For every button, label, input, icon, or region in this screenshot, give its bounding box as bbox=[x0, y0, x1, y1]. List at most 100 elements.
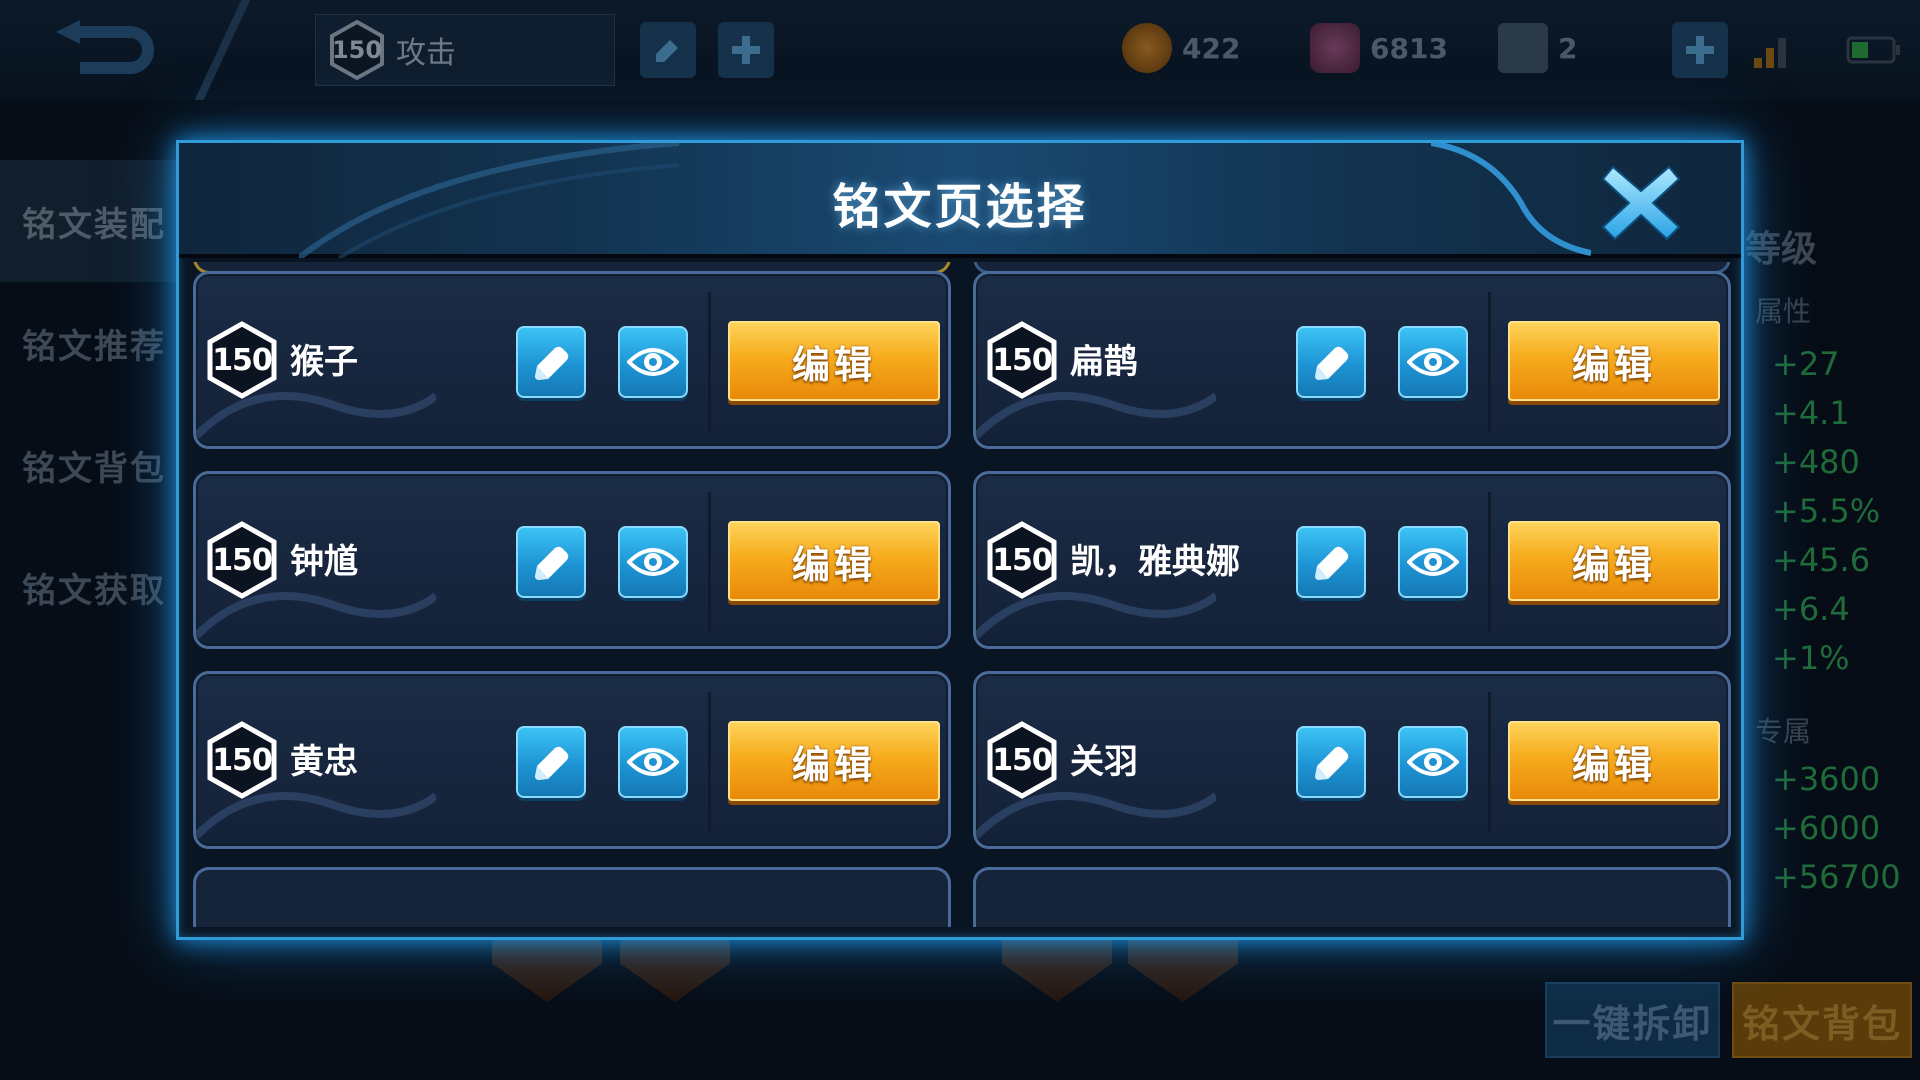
page-level-badge: 150 bbox=[204, 720, 280, 800]
page-name: 关羽 bbox=[1070, 742, 1138, 782]
rune-page-card[interactable]: 150 关羽 编辑 bbox=[973, 671, 1731, 849]
rename-button[interactable] bbox=[1296, 326, 1366, 398]
edit-button[interactable]: 编辑 bbox=[728, 521, 940, 601]
rune-page-card[interactable]: 150 钟馗 编辑 bbox=[193, 471, 951, 649]
card-divider bbox=[1488, 692, 1491, 832]
page-name: 扁鹊 bbox=[1070, 342, 1138, 382]
preview-button[interactable] bbox=[618, 326, 688, 398]
rune-bag-button[interactable]: 铭文背包 bbox=[1732, 982, 1912, 1058]
signal-icon bbox=[1754, 38, 1786, 68]
edit-button[interactable]: 编辑 bbox=[728, 321, 940, 401]
stat-value: +27 bbox=[1772, 345, 1840, 383]
rune-page-select-dialog: 铭文页选择 150 猴子 编辑 150 扁鹊 编辑 150 钟馗 编辑 150 … bbox=[176, 140, 1744, 940]
attribute-label: 属性 bbox=[1755, 295, 1812, 328]
level-label: 等级 bbox=[1745, 229, 1818, 270]
nav-item-rune-recommend[interactable]: 铭文推荐 bbox=[0, 282, 190, 404]
preview-button[interactable] bbox=[1398, 526, 1468, 598]
eye-icon bbox=[1407, 548, 1459, 576]
close-icon bbox=[1601, 165, 1681, 241]
rename-button[interactable] bbox=[1296, 726, 1366, 798]
stat-value: +6.4 bbox=[1772, 590, 1850, 628]
rune-page-card[interactable]: 150 扁鹊 编辑 bbox=[973, 271, 1731, 449]
page-name: 猴子 bbox=[290, 342, 358, 382]
rune-slot[interactable] bbox=[1128, 932, 1238, 1002]
preview-button[interactable] bbox=[618, 726, 688, 798]
edit-button[interactable]: 编辑 bbox=[1508, 321, 1720, 401]
close-button[interactable] bbox=[1595, 157, 1687, 249]
preview-button[interactable] bbox=[618, 526, 688, 598]
gold-counter: 422 bbox=[1122, 18, 1240, 78]
preview-button[interactable] bbox=[1398, 726, 1468, 798]
rune-slot[interactable] bbox=[492, 932, 602, 1002]
page-name: 凯，雅典娜 bbox=[1070, 542, 1240, 582]
nav-item-rune-bag[interactable]: 铭文背包 bbox=[0, 404, 190, 526]
card-divider bbox=[708, 492, 711, 632]
add-page-button[interactable] bbox=[718, 22, 774, 78]
voucher-counter: 2 bbox=[1498, 18, 1577, 78]
pencil-icon bbox=[1315, 746, 1349, 780]
diamond-counter: 6813 bbox=[1310, 18, 1448, 78]
back-arrow-icon bbox=[56, 20, 154, 74]
pencil-icon bbox=[1315, 346, 1349, 380]
page-level-badge: 150 bbox=[204, 520, 280, 600]
rune-page-card-partial bbox=[973, 867, 1731, 927]
pencil-icon bbox=[656, 40, 678, 62]
exclusive-stat-value: +56700 bbox=[1772, 858, 1901, 896]
battery-icon bbox=[1846, 36, 1900, 64]
stat-value: +45.6 bbox=[1772, 541, 1871, 579]
page-level-badge: 150 bbox=[984, 720, 1060, 800]
stat-value: +4.1 bbox=[1772, 394, 1850, 432]
unequip-all-button[interactable]: 一键拆卸 bbox=[1545, 982, 1720, 1058]
card-divider bbox=[708, 292, 711, 432]
hero-selector[interactable]: 150 攻击 bbox=[315, 14, 615, 86]
exclusive-stat-list: +3600 +6000 +56700 bbox=[1772, 760, 1901, 907]
dialog-title: 铭文页选择 bbox=[832, 179, 1088, 235]
rename-button[interactable] bbox=[1296, 526, 1366, 598]
rename-page-button[interactable] bbox=[640, 22, 696, 78]
nav-item-rune-obtain[interactable]: 铭文获取 bbox=[0, 526, 190, 648]
pencil-icon bbox=[535, 746, 569, 780]
eye-icon bbox=[627, 748, 679, 776]
card-divider bbox=[1488, 492, 1491, 632]
pencil-icon bbox=[535, 546, 569, 580]
hero-name: 攻击 bbox=[396, 36, 456, 71]
page-level-badge: 150 bbox=[984, 320, 1060, 400]
plus-icon bbox=[1686, 36, 1714, 64]
rename-button[interactable] bbox=[516, 326, 586, 398]
voucher-icon bbox=[1498, 23, 1548, 73]
exclusive-label: 专属 bbox=[1755, 715, 1812, 748]
preview-button[interactable] bbox=[1398, 326, 1468, 398]
dialog-body: 150 猴子 编辑 150 扁鹊 编辑 150 钟馗 编辑 150 凯，雅典娜 … bbox=[179, 262, 1741, 937]
eye-icon bbox=[1407, 748, 1459, 776]
stat-value: +480 bbox=[1772, 443, 1860, 481]
rune-slot[interactable] bbox=[620, 932, 730, 1002]
edit-button[interactable]: 编辑 bbox=[728, 721, 940, 801]
rename-button[interactable] bbox=[516, 526, 586, 598]
edit-button[interactable]: 编辑 bbox=[1508, 721, 1720, 801]
card-divider bbox=[1488, 292, 1491, 432]
eye-icon bbox=[1407, 348, 1459, 376]
rune-page-card-partial bbox=[193, 867, 951, 927]
header-divider bbox=[190, 0, 270, 100]
pencil-icon bbox=[1315, 546, 1349, 580]
rune-page-card[interactable]: 150 黄忠 编辑 bbox=[193, 671, 951, 849]
recharge-button[interactable] bbox=[1672, 22, 1728, 78]
edit-button[interactable]: 编辑 bbox=[1508, 521, 1720, 601]
stat-list: +27 +4.1 +480 +5.5% +45.6 +6.4 +1% bbox=[1772, 345, 1880, 688]
card-divider bbox=[708, 692, 711, 832]
page-level-badge: 150 bbox=[984, 520, 1060, 600]
pencil-icon bbox=[535, 346, 569, 380]
hero-level-badge: 150 bbox=[328, 19, 386, 81]
stat-value: +1% bbox=[1772, 639, 1850, 677]
rune-page-card[interactable]: 150 猴子 编辑 bbox=[193, 271, 951, 449]
stat-value: +5.5% bbox=[1772, 492, 1881, 530]
back-button[interactable] bbox=[40, 14, 170, 86]
eye-icon bbox=[627, 348, 679, 376]
rune-slot[interactable] bbox=[1002, 932, 1112, 1002]
page-level-badge: 150 bbox=[204, 320, 280, 400]
eye-icon bbox=[627, 548, 679, 576]
nav-item-rune-equip[interactable]: 铭文装配 bbox=[0, 160, 190, 282]
rune-page-card[interactable]: 150 凯，雅典娜 编辑 bbox=[973, 471, 1731, 649]
page-name: 黄忠 bbox=[290, 742, 358, 782]
rename-button[interactable] bbox=[516, 726, 586, 798]
